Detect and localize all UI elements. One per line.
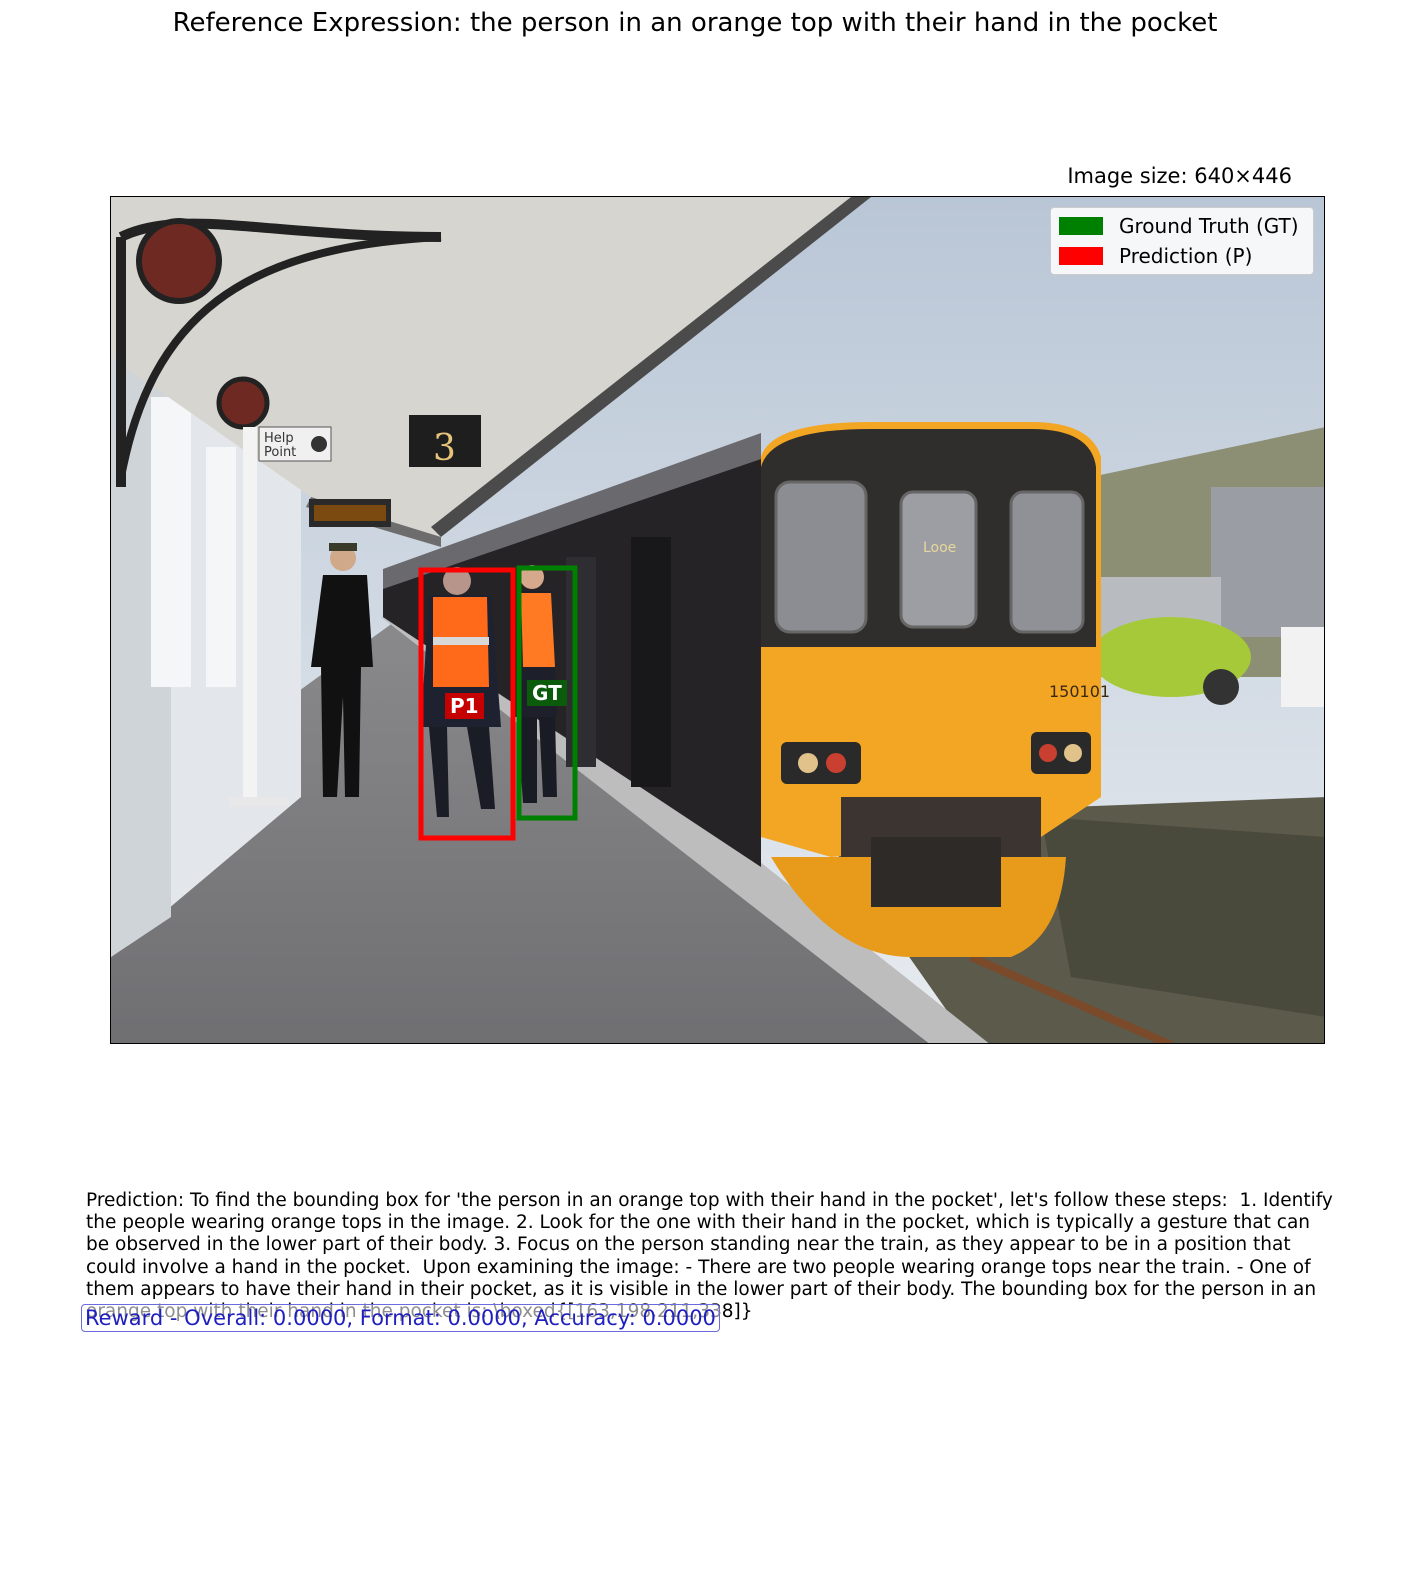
- legend: Ground Truth (GT) Prediction (P): [1050, 207, 1314, 275]
- destination-display: Looe: [923, 540, 956, 556]
- ground-truth-swatch: [1059, 217, 1103, 235]
- help-point-sign-text: Help: [264, 431, 294, 446]
- train-platform-scene: Help Point 3 Looe 150101: [111, 197, 1324, 1043]
- reference-expression-title: Reference Expression: the person in an o…: [172, 8, 1218, 38]
- legend-label-ground-truth: Ground Truth (GT): [1119, 214, 1299, 238]
- help-point-sign-text-2: Point: [264, 445, 296, 460]
- platform-number-sign: 3: [433, 428, 456, 469]
- legend-label-prediction: Prediction (P): [1119, 244, 1253, 268]
- prediction-swatch: [1059, 247, 1103, 265]
- legend-item-ground-truth: Ground Truth (GT): [1059, 214, 1299, 238]
- reward-summary: Reward - Overall: 0.0000, Format: 0.0000…: [81, 1304, 720, 1332]
- prediction-box-tag: P1: [445, 693, 484, 719]
- legend-item-prediction: Prediction (P): [1059, 244, 1252, 268]
- image-size-label: Image size: 640×446: [1067, 164, 1292, 188]
- ground-truth-box-tag: GT: [527, 680, 567, 706]
- train-unit-number: 150101: [1049, 682, 1110, 701]
- scene-photo: Help Point 3 Looe 150101 P1 GT Ground Tr…: [110, 196, 1325, 1044]
